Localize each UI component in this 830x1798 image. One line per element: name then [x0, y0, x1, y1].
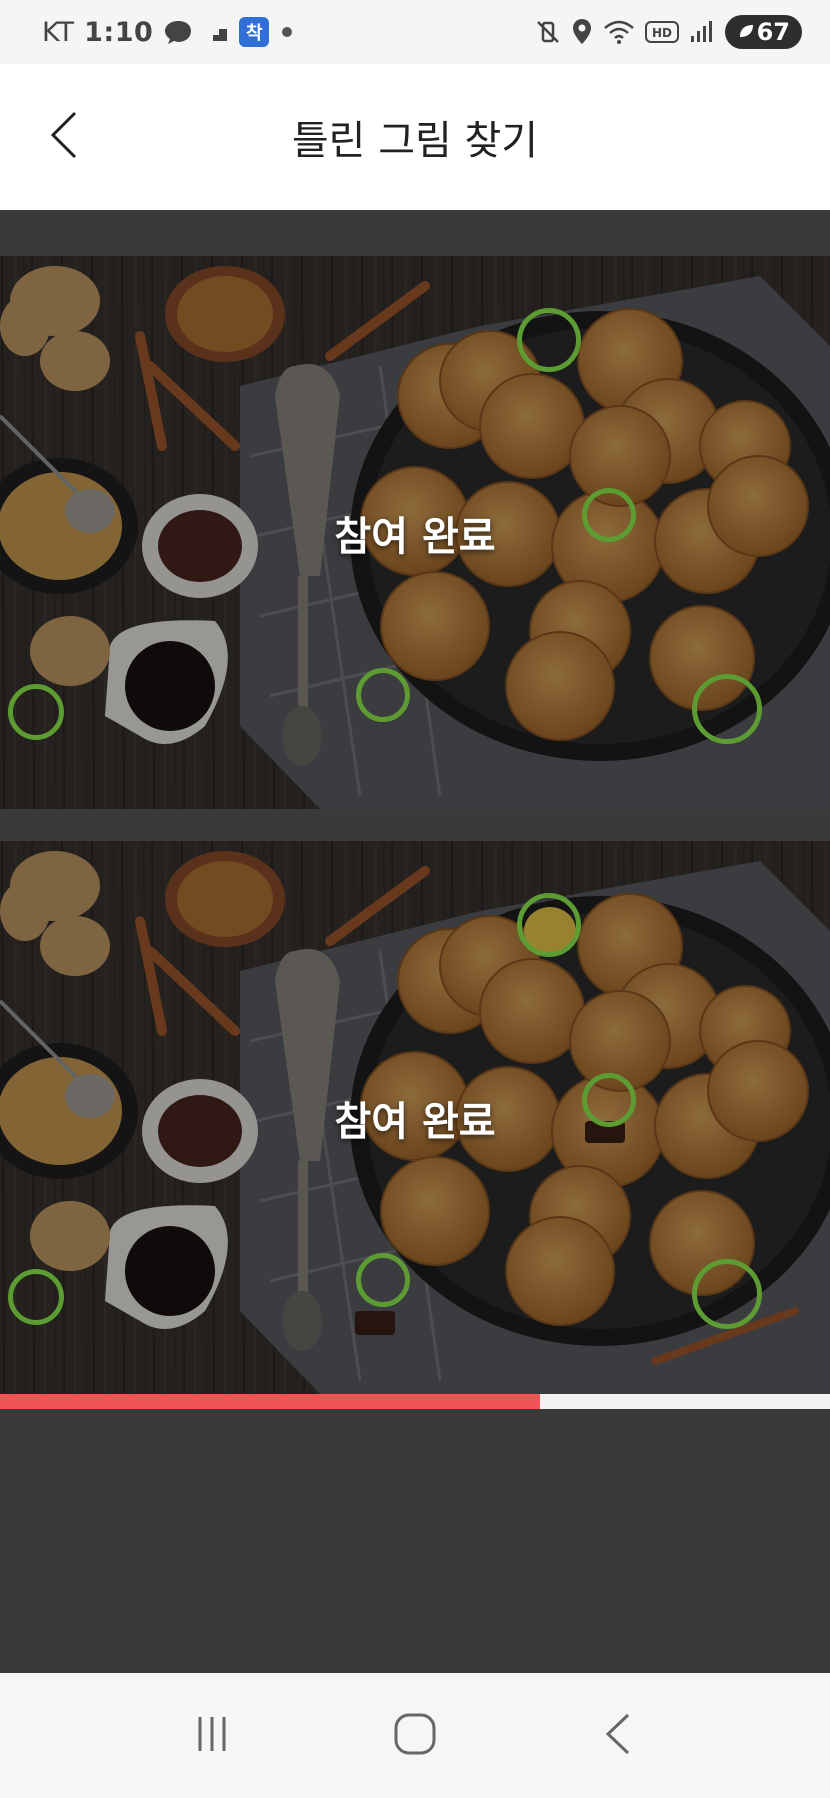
- back-icon: [603, 1712, 633, 1760]
- found-marker: [517, 308, 581, 372]
- stairs-icon: [203, 21, 229, 43]
- home-button[interactable]: [380, 1701, 450, 1771]
- battery-saver-icon: [737, 18, 755, 46]
- location-icon: [571, 18, 593, 46]
- back-button[interactable]: [40, 107, 88, 167]
- home-icon: [393, 1712, 437, 1760]
- recent-apps-icon: [192, 1714, 232, 1758]
- mute-vibrate-icon: [535, 19, 561, 45]
- battery-indicator: 67: [724, 15, 802, 49]
- dot-icon: [279, 24, 295, 40]
- top-photo[interactable]: 참여 완료: [0, 256, 830, 809]
- found-marker: [8, 684, 64, 740]
- system-back-button[interactable]: [583, 1701, 653, 1771]
- svg-text:HD: HD: [652, 26, 672, 40]
- wifi-icon: [603, 19, 635, 45]
- carrier-label: KT: [42, 16, 75, 48]
- app-header: 틀린 그림 찾기: [0, 64, 830, 210]
- found-marker: [356, 668, 410, 722]
- found-marker: [8, 1269, 64, 1325]
- bottom-photo[interactable]: 참여 완료: [0, 841, 830, 1394]
- page-title: 틀린 그림 찾기: [291, 118, 539, 164]
- signal-icon: [689, 20, 715, 44]
- recent-apps-button[interactable]: [177, 1701, 247, 1771]
- clock: 1:10: [84, 16, 154, 48]
- found-marker: [692, 1259, 762, 1329]
- chat-bubble-icon: [163, 19, 193, 45]
- found-marker: [356, 1253, 410, 1307]
- time-progress-bar: [0, 1394, 830, 1409]
- game-area: 참여 완료 참여 완료: [0, 210, 830, 1673]
- app-badge-icon: 착: [239, 17, 270, 47]
- participation-complete-label: 참여 완료: [334, 513, 496, 560]
- chevron-left-icon: [49, 110, 79, 164]
- battery-level: 67: [756, 18, 790, 46]
- found-marker: [517, 893, 581, 957]
- system-nav-bar: [0, 1673, 830, 1798]
- time-progress-fill: [0, 1394, 540, 1409]
- status-bar: KT 1:10 착 HD 67: [0, 0, 830, 64]
- hd-icon: HD: [644, 20, 679, 44]
- participation-complete-label: 참여 완료: [334, 1098, 496, 1145]
- found-marker: [692, 674, 762, 744]
